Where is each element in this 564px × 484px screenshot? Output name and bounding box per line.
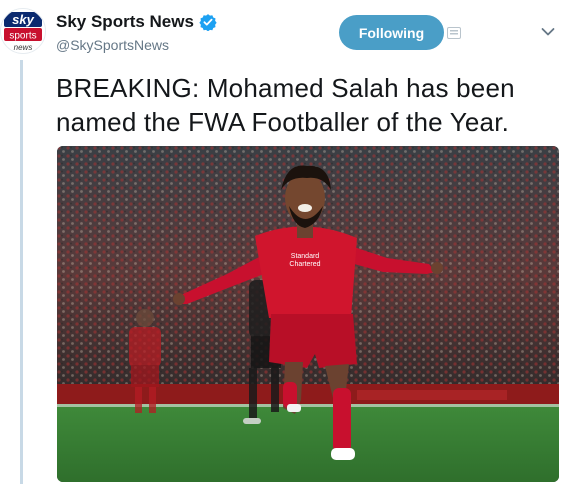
- sponsor-text-line2: Chartered: [289, 261, 320, 268]
- tweet-text: BREAKING: Mohamed Salah has been named t…: [56, 73, 515, 137]
- account-name-row: Sky Sports News: [56, 11, 217, 33]
- avatar[interactable]: sky sports news: [0, 8, 46, 54]
- notification-icon[interactable]: [447, 27, 461, 39]
- avatar-logo-line1: sky: [12, 12, 34, 27]
- thread-line: [20, 60, 23, 484]
- tweet-media-photo[interactable]: Standard Chartered: [57, 146, 559, 482]
- avatar-logo-line3: news: [14, 43, 33, 52]
- chevron-down-icon[interactable]: [541, 27, 555, 37]
- following-button[interactable]: Following: [339, 15, 444, 50]
- avatar-logo-line2: sports: [9, 31, 36, 42]
- sponsor-text-line1: Standard: [291, 253, 320, 260]
- verified-badge-icon: [199, 14, 217, 31]
- photo-illustration: Standard Chartered: [57, 146, 559, 482]
- display-name[interactable]: Sky Sports News: [56, 12, 194, 32]
- account-handle[interactable]: @SkySportsNews: [56, 37, 169, 53]
